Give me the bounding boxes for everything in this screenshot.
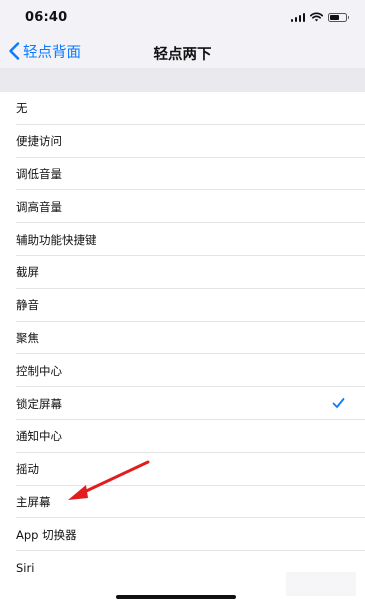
list-item[interactable]: 截屏 (0, 256, 365, 289)
list-item-label: 通知中心 (16, 429, 62, 444)
list-item-label: 控制中心 (16, 363, 62, 378)
list-item[interactable]: 调高音量 (0, 190, 365, 223)
list-item-label: 主屏幕 (16, 494, 51, 509)
battery-icon (328, 12, 349, 22)
list-item-label: 无 (16, 101, 28, 116)
list-item-label: 截屏 (16, 265, 39, 280)
page-title: 轻点两下 (153, 47, 212, 63)
list-item[interactable]: App 切换器 (0, 518, 365, 551)
list-item-label: Siri (16, 560, 35, 575)
list-item-label: 静音 (16, 298, 39, 313)
list-item[interactable]: 锁定屏幕 (0, 387, 365, 420)
list-item-label: 调高音量 (16, 199, 62, 214)
list-item-label: 锁定屏幕 (16, 396, 62, 411)
options-list: 无便捷访问调低音量调高音量辅助功能快捷键 截屏静音聚焦控制中心锁定屏幕通知中心摇动… (0, 92, 365, 584)
list-item[interactable]: 控制中心 (0, 354, 365, 387)
watermark (286, 572, 356, 596)
status-time: 06:40 (25, 10, 68, 25)
list-item[interactable]: 通知中心 (0, 420, 365, 453)
list-item-label: 调低音量 (16, 166, 62, 181)
status-bar: 06:40 (0, 0, 365, 34)
list-item[interactable]: 摇动 (0, 453, 365, 486)
list-item-label: App 切换器 (16, 527, 77, 542)
list-item[interactable]: 调低音量 (0, 158, 365, 191)
list-item-label: 便捷访问 (16, 134, 62, 149)
section-spacer (0, 68, 365, 92)
list-item[interactable]: 聚焦 (0, 322, 365, 355)
list-item[interactable]: 无 (0, 92, 365, 125)
cellular-signal-icon (290, 12, 305, 22)
list-item-label: 摇动 (16, 462, 39, 477)
list-item[interactable]: 辅助功能快捷键 (0, 223, 365, 256)
list-item[interactable]: 静音 (0, 289, 365, 322)
status-icons (290, 11, 349, 23)
list-item[interactable]: 便捷访问 (0, 125, 365, 158)
list-item-label: 聚焦 (16, 330, 39, 345)
list-item[interactable]: 主屏幕 (0, 486, 365, 519)
list-item-label: 辅助功能快捷键 (16, 232, 97, 247)
wifi-icon (310, 12, 323, 22)
home-indicator (116, 595, 236, 599)
checkmark-icon (332, 398, 345, 409)
navigation-bar: 轻点背面 轻点两下 (0, 34, 365, 68)
